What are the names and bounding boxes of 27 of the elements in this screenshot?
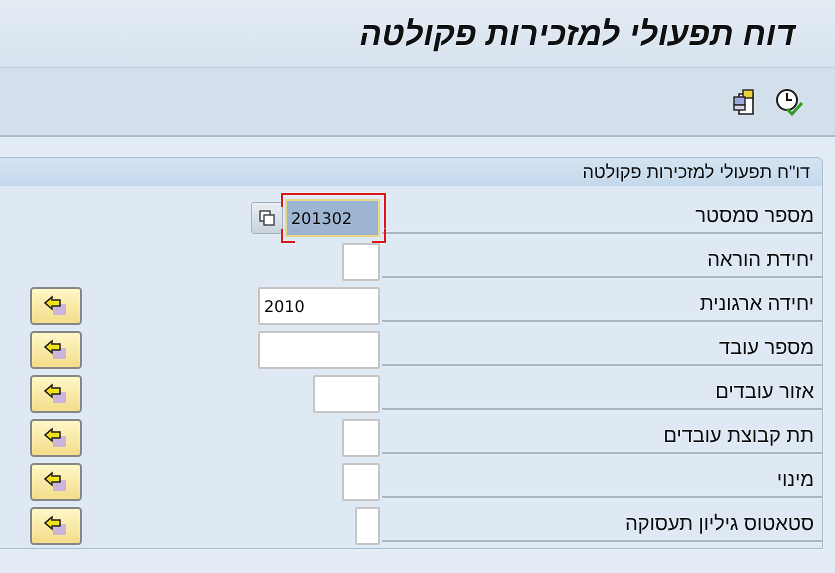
input-field[interactable] [342, 463, 380, 501]
field-label: מינוי [382, 462, 822, 498]
window-title: דוח תפעולי למזכירות פקולטה [359, 14, 795, 52]
field-label: יחידת הוראה [382, 242, 822, 278]
input-field[interactable]: 2010 [258, 287, 380, 325]
multiple-selection-button[interactable] [30, 287, 82, 325]
multiple-selection-button[interactable] [30, 507, 82, 545]
field-label: יחידה ארגונית [382, 286, 822, 322]
multiple-selection-button[interactable] [30, 375, 82, 413]
field-label: מספר עובד [382, 330, 822, 366]
field-label: מספר סמסטר [382, 198, 822, 234]
copy-icon [258, 209, 276, 227]
input-field[interactable] [258, 331, 380, 369]
field-label: אזור עובדים [382, 374, 822, 410]
multiple-selection-button[interactable] [30, 331, 82, 369]
multiple-selection-button[interactable] [30, 419, 82, 457]
input-field[interactable] [342, 243, 380, 281]
field-label: סטאטוס גיליון תעסוקה [382, 506, 822, 542]
clock-check-icon[interactable] [775, 88, 803, 116]
input-field[interactable]: 201302 [285, 199, 380, 237]
copy-button[interactable] [251, 202, 283, 234]
input-field[interactable] [313, 375, 380, 413]
input-field[interactable] [355, 507, 380, 545]
field-label: תת קבוצת עובדים [382, 418, 822, 454]
input-field[interactable] [342, 419, 380, 457]
group-title: דו"ח תפעולי למזכירות פקולטה [582, 162, 810, 182]
multiple-selection-button[interactable] [30, 463, 82, 501]
